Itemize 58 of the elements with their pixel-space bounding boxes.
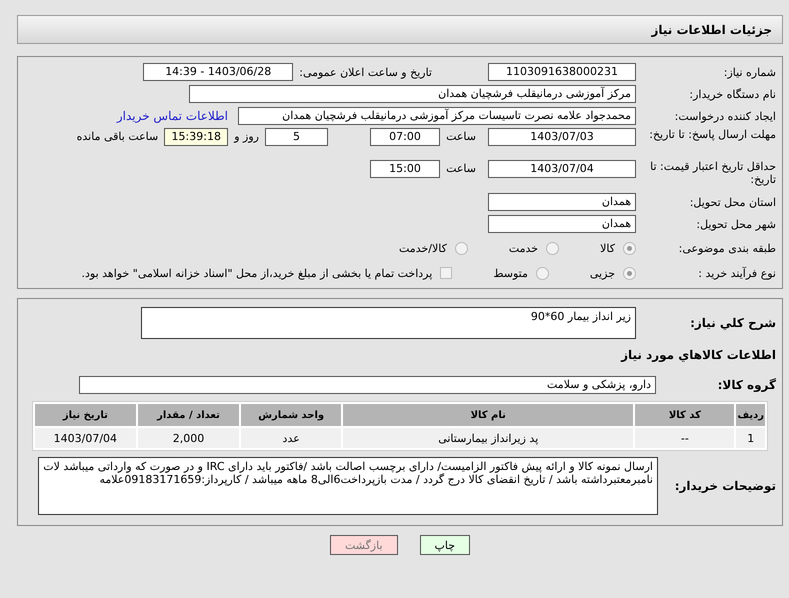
page-header: جزئیات اطلاعات نیاز — [17, 15, 783, 44]
text-field[interactable]: 1403/07/04 — [488, 160, 636, 178]
column-header: ردیف — [736, 404, 765, 426]
field-label: نام دستگاه خریدار: — [688, 88, 777, 100]
field-label: شماره نیاز: — [722, 66, 777, 78]
countdown-field: 15:39:18 — [164, 128, 228, 146]
description-box[interactable]: زیر انداز بیمار 60*90 — [141, 307, 636, 339]
text-field[interactable]: همدان — [488, 193, 636, 211]
field-label: نوع فرآیند خرید : — [697, 266, 777, 280]
column-header: کد کالا — [635, 404, 734, 426]
radio-button[interactable] — [536, 266, 549, 280]
text-field[interactable]: 1403/07/03 — [488, 128, 636, 146]
days-label: روز و — [234, 130, 259, 143]
option-label: کالا — [600, 242, 615, 254]
field-label: شرح کلي نياز: — [689, 316, 777, 330]
column-header: تاریخ نیاز — [35, 404, 136, 426]
field-label: استان محل تحویل: — [688, 196, 777, 208]
option-label: متوسط — [493, 266, 528, 280]
field-label: طبقه بندی موضوعی: — [678, 242, 777, 254]
text-field[interactable]: 5 — [265, 128, 328, 146]
field-label: مهلت ارسال پاسخ: تا تاریخ: — [648, 128, 777, 141]
field-label: ایجاد کننده درخواست: — [674, 110, 777, 122]
text-field[interactable]: 07:00 — [370, 128, 440, 146]
checkbox[interactable] — [440, 267, 452, 279]
field-label: شهر محل تحویل: — [695, 218, 777, 230]
print-button[interactable]: چاپ — [420, 535, 470, 555]
text-field[interactable]: همدان — [488, 215, 636, 233]
text-field[interactable]: 1403/06/28 - 14:39 — [143, 63, 294, 81]
field-label: حداقل تاریخ اعتبار قیمت: تا تاریخ: — [649, 160, 777, 186]
radio-button[interactable] — [546, 242, 560, 254]
table-cell: 1 — [736, 428, 765, 448]
time-label: ساعت — [446, 162, 476, 175]
table-cell: -- — [635, 428, 734, 448]
text-field[interactable]: محمدجواد علامه نصرت تاسیسات مرکز آموزشی درمانیقلب فرشچیان همدان — [238, 107, 636, 125]
table-cell: عدد — [241, 428, 342, 448]
option-label: خدمت — [508, 242, 538, 254]
notes-box[interactable]: ارسال نمونه کالا و ارائه پیش فاکتور الزامیست/ دارای برچسب اصالت باشد /فاکتور باید دارای IRC و در صورت که وارداتی میباشد لات نامبرمعتبرداشته باشد / تاریخ انقضای کالا درج گردد / مدت بازپرداخت6الی8 ماهه میباشد / کارپرداز:09183171659علامه — [38, 457, 658, 515]
option-label: جزیی — [590, 266, 615, 280]
text-field[interactable]: مرکز آموزشی درمانیقلب فرشچیان همدان — [189, 85, 636, 103]
text-field[interactable]: 1103091638000231 — [488, 63, 636, 81]
column-header: تعداد / مقدار — [138, 404, 240, 426]
text-field[interactable]: دارو، پزشکی و سلامت — [79, 376, 656, 394]
contact-link[interactable]: اطلاعات تماس خریدار — [116, 109, 228, 123]
table-cell: 1403/07/04 — [35, 428, 136, 448]
remaining-label: ساعت باقی مانده — [76, 130, 158, 143]
time-label: ساعت — [446, 130, 476, 143]
table-cell: 2,000 — [138, 428, 240, 448]
radio-button[interactable] — [623, 266, 636, 280]
table-cell: پد زیرانداز بیمارستانی — [343, 428, 634, 448]
field-label: تاریخ و ساعت اعلان عمومی: — [299, 66, 432, 78]
section-heading: اطلاعات کالاهاي مورد نياز — [621, 348, 777, 362]
text-field[interactable]: 15:00 — [370, 160, 440, 178]
payment-note: پرداخت تمام یا بخشی از مبلغ خرید،از محل "اسناد خزانه اسلامی" خواهد بود. — [82, 266, 432, 280]
column-header: نام کالا — [343, 404, 634, 426]
radio-button[interactable] — [454, 242, 468, 254]
radio-button[interactable] — [623, 242, 636, 254]
option-label: کالا/خدمت — [399, 242, 447, 254]
column-header: واحد شمارش — [241, 404, 342, 426]
